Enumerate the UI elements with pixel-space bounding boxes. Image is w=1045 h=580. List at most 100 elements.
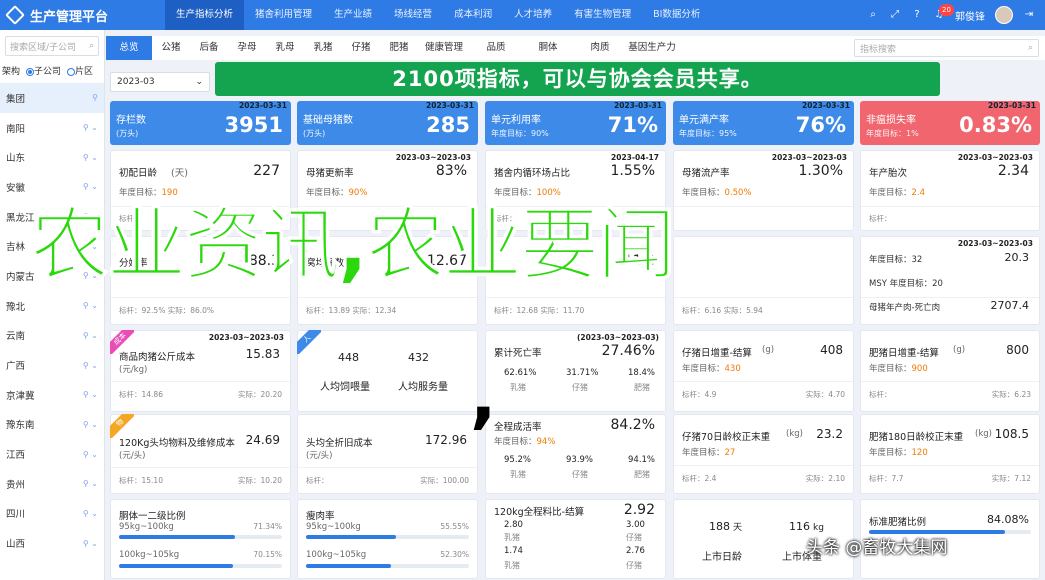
- tab-item[interactable]: 公猪: [152, 36, 190, 60]
- progress-bar: [119, 564, 282, 568]
- kpi-card[interactable]: 2023-03-31 存栏数 (万头) 3951: [110, 101, 291, 145]
- metric-value: 84.08%: [987, 513, 1029, 526]
- sidebar-item[interactable]: 广西 ⚲ ⌄: [0, 350, 104, 380]
- metric-card[interactable]: 肥猪日增重-结算 (g) 800 年度目标：900 标杆： 实际：6.23: [860, 330, 1040, 412]
- tab-item[interactable]: 肉质: [574, 36, 626, 60]
- metric-value: 27.46%: [601, 343, 655, 359]
- metric-value: 2.92: [623, 502, 655, 518]
- metric-card[interactable]: 瘦肉率 95kg~100kg 55.55% 100kg~105kg 52.30%: [297, 499, 478, 579]
- metric-card[interactable]: 全程成活率 84.2% 年度目标：94% 95.2% 乳猪 93.9% 仔猪 94.1% 肥猪: [485, 414, 666, 494]
- metric-actual: 实际：2.10: [805, 474, 845, 483]
- progress-fill: [119, 535, 235, 539]
- sub-value: 94.1%: [628, 455, 656, 465]
- metric-benchmark: 标杆：15.10: [119, 476, 163, 485]
- sidebar-search-input[interactable]: 搜索区域/子公司 ⌕: [5, 36, 99, 56]
- topnav-item-farm[interactable]: 场线经营: [383, 0, 443, 30]
- tab-item[interactable]: 后备: [190, 36, 228, 60]
- divider: [674, 465, 853, 466]
- indicator-search-input[interactable]: 指标搜索 ⌕: [854, 39, 1039, 57]
- sidebar-item[interactable]: 南阳 ⚲ ⌄: [0, 113, 104, 143]
- tab-item[interactable]: 乳猪: [304, 36, 342, 60]
- topnav-item-bi[interactable]: BI数据分析: [642, 0, 711, 30]
- kpi-card[interactable]: 2023-03-31 非瘟损失率 年度目标：1% 0.83%: [860, 101, 1040, 145]
- sidebar-item[interactable]: 四川 ⚲ ⌄: [0, 499, 104, 529]
- tab-item[interactable]: 肥猪: [380, 36, 418, 60]
- search-icon[interactable]: ⌕: [867, 9, 879, 21]
- metric-card[interactable]: 120kg全程料比-结算 2.92 2.80 3.00 乳猪 仔猪 1.74 2.76 乳猪 仔猪: [485, 499, 666, 579]
- tab-item[interactable]: 品质: [470, 36, 522, 60]
- sidebar-item-label: 江西: [6, 450, 26, 462]
- sidebar-item[interactable]: 集团 ⚲: [0, 83, 104, 113]
- tab-item[interactable]: 孕母: [228, 36, 266, 60]
- app-logo[interactable]: 生产管理平台: [0, 5, 165, 25]
- topnav-item-pest[interactable]: 有害生物管理: [563, 0, 642, 30]
- metric-card[interactable]: 仔猪70日龄校正末重 (kg) 23.2 年度目标：27 标杆：2.4 实际：2.10: [673, 414, 854, 494]
- top-right: ⌕ ⤢ ? ♫ 20 郭俊锋 ⇥: [867, 4, 1045, 24]
- divider: [111, 381, 290, 382]
- topnav-item-analysis[interactable]: 生产指标分析: [165, 0, 245, 30]
- topnav-item-performance[interactable]: 生产业绩: [323, 0, 383, 30]
- bell-icon[interactable]: ♫ 20: [933, 4, 954, 21]
- divider: [298, 467, 477, 468]
- metric-title: 120kg全程料比-结算: [494, 507, 585, 518]
- tab-item[interactable]: 仔猪: [342, 36, 380, 60]
- kpi-value: 0.83%: [959, 113, 1032, 137]
- metric-card[interactable]: 胴体一二级比例 95kg~100kg 71.34% 100kg~105kg 70.15%: [110, 499, 291, 579]
- user-name[interactable]: 郭俊锋: [955, 8, 985, 23]
- tab-item[interactable]: 健康管理: [418, 36, 470, 60]
- metric-benchmark: 标杆：2.4: [682, 474, 717, 483]
- metric-benchmark: 标杆：: [306, 476, 329, 485]
- kpi-card[interactable]: 2023-03-31 单元利用率 年度目标：90% 71%: [485, 101, 666, 145]
- metric-date: (2023-03~2023-03): [577, 333, 659, 342]
- help-icon[interactable]: ?: [911, 9, 923, 21]
- radio-subsidiary[interactable]: 子公司: [26, 64, 61, 77]
- kpi-card[interactable]: 2023-03-31 单元满产率 年度目标：95% 76%: [673, 101, 854, 145]
- metric-value: 23.2: [816, 427, 843, 441]
- tab-item[interactable]: 总览: [106, 36, 152, 60]
- sidebar-item[interactable]: 江西 ⚲ ⌄: [0, 439, 104, 469]
- org-radio-group: 架构 子公司 片区: [0, 62, 104, 83]
- metric-card[interactable]: 物 120Kg头均物料及维修成本 (元/头) 24.69 标杆：15.10 实际：10.2…: [110, 414, 291, 494]
- sidebar-item[interactable]: 京津冀 ⚲ ⌄: [0, 380, 104, 410]
- sidebar-item[interactable]: 山西 ⚲ ⌄: [0, 528, 104, 558]
- topnav-item-talent[interactable]: 人才培养: [503, 0, 563, 30]
- topnav-item-cost[interactable]: 成本利润: [443, 0, 503, 30]
- sidebar-item[interactable]: 云南 ⚲ ⌄: [0, 321, 104, 351]
- tab-item[interactable]: 胴体: [522, 36, 574, 60]
- metric-value: 800: [1006, 343, 1029, 357]
- metric-card[interactable]: 成本 2023-03~2023-03 商品肉猪公斤成本 (元/kg) 15.83 标杆：1…: [110, 330, 291, 412]
- tab-item[interactable]: 基因生产力: [626, 36, 678, 60]
- date-picker[interactable]: 2023-03 ⌄: [110, 72, 210, 92]
- metric-value-b: 432: [408, 351, 429, 364]
- sub-value: 31.71%: [566, 368, 599, 378]
- sidebar-item[interactable]: 豫东南 ⚲ ⌄: [0, 410, 104, 440]
- metric-card[interactable]: 人 448 432 人均饲喂量 人均服务量: [297, 330, 478, 412]
- metric-card[interactable]: 头均全折旧成本 (元/头) 172.96 标杆： 实际：100.00: [297, 414, 478, 494]
- metric-card[interactable]: 肥猪180日龄校正末重 (kg) 108.5 年度目标：120 标杆：7.7 实际：7.1…: [860, 414, 1040, 494]
- kpi-card[interactable]: 2023-03-31 基础母猪数 (万头) 285: [297, 101, 478, 145]
- kpi-value: 71%: [607, 113, 658, 137]
- topnav-item-barn[interactable]: 猪舍利用管理: [244, 0, 323, 30]
- market-age: 188 天: [709, 520, 742, 533]
- radio-architecture[interactable]: 架构: [2, 64, 20, 77]
- metric-unit: (元/头): [306, 451, 333, 461]
- market-age-value: 188: [709, 520, 730, 533]
- person-icon: ⚲ ⌄: [82, 508, 98, 518]
- avatar[interactable]: [995, 6, 1013, 24]
- sidebar-item[interactable]: 山东 ⚲ ⌄: [0, 142, 104, 172]
- metric-card[interactable]: (2023-03~2023-03) 累计死亡率 27.46% 62.61% 乳猪 31.7…: [485, 330, 666, 412]
- metric-value: 172.96: [425, 433, 467, 447]
- radio-region[interactable]: 片区: [67, 64, 93, 77]
- metric-unit: (g): [762, 345, 775, 355]
- metric-target: 年度目标：900: [869, 362, 928, 374]
- metric-title: 瘦肉率: [306, 511, 335, 522]
- kpi-date: 2023-03-31: [426, 101, 474, 110]
- sidebar-item-label: 豫北: [6, 301, 26, 313]
- headline-overlay: 农业资讯,农业要闻: [30, 199, 677, 292]
- sidebar-item[interactable]: 贵州 ⚲ ⌄: [0, 469, 104, 499]
- expand-icon[interactable]: ⤢: [889, 9, 901, 21]
- metric-card[interactable]: 仔猪日增重-结算 (g) 408 年度目标：430 标杆：4.9 实际：4.70: [673, 330, 854, 412]
- ratio-a-label: 乳猪: [504, 533, 520, 542]
- tab-item[interactable]: 乳母: [266, 36, 304, 60]
- exit-icon[interactable]: ⇥: [1023, 9, 1035, 21]
